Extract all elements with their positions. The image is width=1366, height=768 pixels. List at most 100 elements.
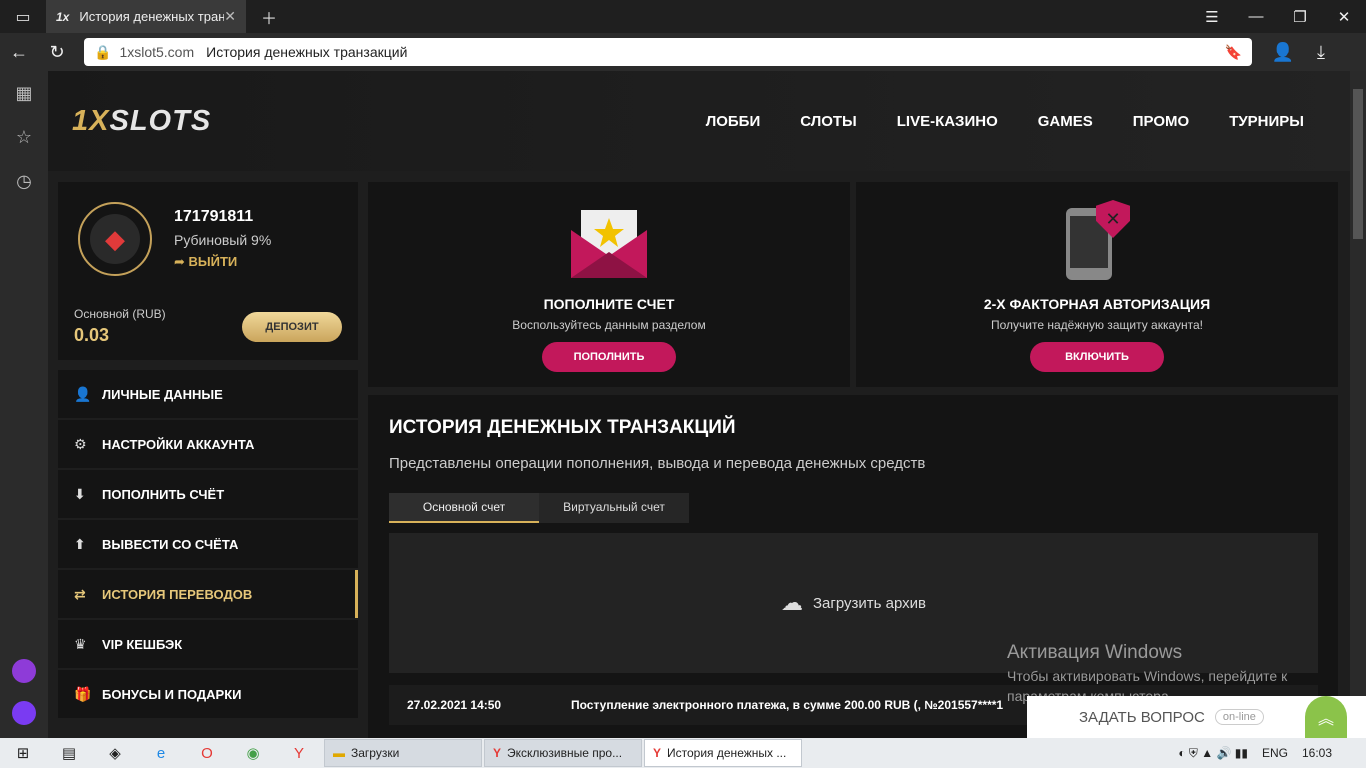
tab-title: История денежных транзакций xyxy=(79,9,225,24)
ie-icon[interactable]: e xyxy=(138,738,184,768)
nav-promo[interactable]: ПРОМО xyxy=(1133,113,1189,130)
history-clock-icon[interactable]: ◷ xyxy=(0,159,48,203)
sidebar-toggle-icon[interactable]: ▭ xyxy=(0,0,46,33)
deposit-button[interactable]: ДЕПОЗИТ xyxy=(242,312,342,342)
upload-icon: ⬆ xyxy=(74,535,86,552)
page-title: ИСТОРИЯ ДЕНЕЖНЫХ ТРАНЗАКЦИЙ xyxy=(389,417,736,438)
balance-label: Основной (RUB) xyxy=(74,307,166,321)
close-tab-icon[interactable]: ✕ xyxy=(224,8,236,25)
url-input[interactable]: 🔒 1xslot5.com История денежных транзакци… xyxy=(84,38,1252,66)
restore-icon[interactable]: ❐ xyxy=(1278,0,1322,33)
nav-slots[interactable]: СЛОТЫ xyxy=(800,113,857,130)
cloud-download-icon: ☁ xyxy=(780,590,803,615)
taskbar-app-icon[interactable]: ◈ xyxy=(92,738,138,768)
close-window-icon[interactable]: ✕ xyxy=(1322,0,1366,33)
sidebar-item-label: НАСТРОЙКИ АККАУНТА xyxy=(102,436,255,452)
transaction-text: Поступление электронного платежа, в сумм… xyxy=(571,698,1004,712)
nav-games[interactable]: GAMES xyxy=(1038,113,1093,130)
gift-icon: 🎁 xyxy=(74,685,92,702)
sidebar-item-6[interactable]: 🎁 БОНУСЫ И ПОДАРКИ xyxy=(58,670,358,718)
browser-menu-icon[interactable]: ☰ xyxy=(1190,0,1234,33)
tab-virtual-account[interactable]: Виртуальный счет xyxy=(539,493,689,523)
yandex-browser-icon[interactable]: Y xyxy=(276,738,322,768)
reload-icon[interactable]: ↻ xyxy=(38,33,76,71)
start-windows-icon[interactable]: ⊞ xyxy=(0,738,46,768)
folder-icon: ▬ xyxy=(333,746,345,760)
minimize-icon[interactable]: — xyxy=(1234,0,1278,33)
star-icon[interactable]: ☆ xyxy=(0,115,48,159)
taskbar-app-icon[interactable]: ▤ xyxy=(46,738,92,768)
vip-level-ring: ◆ xyxy=(78,202,152,276)
envelope-star-icon xyxy=(571,210,647,278)
chevron-up-icon[interactable]: ︽ xyxy=(1305,696,1347,738)
twofa-card-title: 2-Х ФАКТОРНАЯ АВТОРИЗАЦИЯ xyxy=(983,296,1211,312)
sidebar-item-label: ЛИЧНЫЕ ДАННЫЕ xyxy=(102,386,223,402)
chrome-icon[interactable]: ◉ xyxy=(230,738,276,768)
page-content: 1XSLOTS ЛОББИ СЛОТЫ LIVE-КАЗИНО GAMES ПР… xyxy=(48,71,1350,738)
deposit-card-title: ПОПОЛНИТЕ СЧЕТ xyxy=(543,296,675,312)
sidebar-item-label: VIP КЕШБЭК xyxy=(102,636,183,652)
sidebar-item-label: ИСТОРИЯ ПЕРЕВОДОВ xyxy=(102,586,253,602)
logout-link[interactable]: ➦ ВЫЙТИ xyxy=(174,254,237,270)
profile-panel: ◆ 171791811 Рубиновый 9% ➦ ВЫЙТИ Основно… xyxy=(58,182,358,360)
new-tab-icon[interactable]: ＋ xyxy=(246,0,292,33)
windows-taskbar: ⊞ ▤ ◈ e O ◉ Y ▬ Загрузки Y Эксклюзивные пр… xyxy=(0,738,1366,768)
taskbar-downloads[interactable]: ▬ Загрузки xyxy=(324,739,482,767)
sidebar-item-1[interactable]: ⚙ НАСТРОЙКИ АККАУНТА xyxy=(58,420,358,468)
yandex-icon: Y xyxy=(493,746,502,760)
taskbar-browser-window[interactable]: Y Эксклюзивные про... xyxy=(484,739,642,767)
browser-tab-bar: ▭ 1x История денежных транзакций ✕ ＋ ☰ —… xyxy=(0,0,1366,33)
opera-icon[interactable]: O xyxy=(184,738,230,768)
apps-grid-icon[interactable]: ▦ xyxy=(0,71,48,115)
sidebar-item-4[interactable]: ⇄ ИСТОРИЯ ПЕРЕВОДОВ xyxy=(58,570,358,618)
gears-icon: ⚙ xyxy=(74,435,87,452)
nav-tournaments[interactable]: ТУРНИРЫ xyxy=(1229,113,1304,130)
profile-avatar-icon[interactable]: 👤 xyxy=(1264,33,1302,71)
ruby-gem-icon: ◆ xyxy=(90,214,140,264)
sidebar-item-3[interactable]: ⬆ ВЫВЕСТИ СО СЧЁТА xyxy=(58,520,358,568)
top-up-button[interactable]: ПОПОЛНИТЬ xyxy=(542,342,676,372)
support-chat-widget[interactable]: ЗАДАТЬ ВОПРОС on-line ︽ xyxy=(1027,696,1366,738)
site-logo[interactable]: 1XSLOTS xyxy=(72,105,211,138)
chat-label: ЗАДАТЬ ВОПРОС xyxy=(1079,708,1205,726)
bookmark-icon[interactable]: 🔖 xyxy=(1225,44,1242,61)
page-scrollbar[interactable] xyxy=(1350,71,1366,738)
enable-twofa-button[interactable]: ВКЛЮЧИТЬ xyxy=(1030,342,1164,372)
twofa-card-subtitle: Получите надёжную защиту аккаунта! xyxy=(990,318,1203,332)
sidebar-item-0[interactable]: 👤 ЛИЧНЫЕ ДАННЫЕ xyxy=(58,370,358,418)
deposit-card-subtitle: Воспользуйтесь данным разделом xyxy=(512,318,706,332)
nav-live-casino[interactable]: LIVE-КАЗИНО xyxy=(897,113,998,130)
deposit-promo-card: ПОПОЛНИТЕ СЧЕТ Воспользуйтесь данным раз… xyxy=(368,182,850,387)
tab-main-account[interactable]: Основной счет xyxy=(389,493,539,523)
sidebar-item-label: БОНУСЫ И ПОДАРКИ xyxy=(102,686,242,702)
taskbar-browser-window-active[interactable]: Y История денежных ... xyxy=(644,739,802,767)
vip-level: Рубиновый 9% xyxy=(174,232,272,248)
clock[interactable]: 16:03 xyxy=(1302,746,1332,760)
page-subtitle: Представлены операции пополнения, вывода… xyxy=(389,455,926,472)
browser-side-panel: ▦ ☆ ◷ xyxy=(0,71,48,738)
address-bar: ← ↻ 🔒 1xslot5.com История денежных транз… xyxy=(0,33,1366,71)
tab-favicon: 1x xyxy=(56,9,70,24)
logout-icon: ➦ xyxy=(174,254,189,269)
account-menu: 👤 ЛИЧНЫЕ ДАННЫЕ ⚙ НАСТРОЙКИ АККАУНТА ⬇ ПОПОЛН… xyxy=(58,370,358,720)
user-plus-icon: 👤 xyxy=(74,385,92,402)
account-id: 171791811 xyxy=(174,208,254,225)
exchange-icon: ⇄ xyxy=(74,585,86,602)
twofa-promo-card: ✕ 2-Х ФАКТОРНАЯ АВТОРИЗАЦИЯ Получите над… xyxy=(856,182,1338,387)
sidebar-item-5[interactable]: ♛ VIP КЕШБЭК xyxy=(58,620,358,668)
downloads-icon[interactable]: ⤓ xyxy=(1302,33,1340,71)
messenger-icon[interactable] xyxy=(12,659,36,683)
chat-status-badge: on-line xyxy=(1214,709,1264,725)
transaction-date: 27.02.2021 14:50 xyxy=(407,698,502,712)
system-tray: ◐ ⛨ ▲ 🔊 ▮▮ ENG 16:03 xyxy=(1178,746,1366,761)
back-icon[interactable]: ← xyxy=(0,33,38,71)
site-header: 1XSLOTS ЛОББИ СЛОТЫ LIVE-КАЗИНО GAMES ПР… xyxy=(48,71,1350,171)
sidebar-item-2[interactable]: ⬇ ПОПОЛНИТЬ СЧЁТ xyxy=(58,470,358,518)
crown-icon: ♛ xyxy=(74,635,87,652)
tray-icons[interactable]: ◐ ⛨ ▲ 🔊 ▮▮ xyxy=(1178,746,1248,761)
language-indicator[interactable]: ENG xyxy=(1262,746,1288,760)
lock-icon: 🔒 xyxy=(94,43,112,60)
browser-tab-active[interactable]: 1x История денежных транзакций ✕ xyxy=(46,0,246,33)
alice-assistant-icon[interactable] xyxy=(12,701,36,725)
nav-lobby[interactable]: ЛОББИ xyxy=(706,113,761,130)
